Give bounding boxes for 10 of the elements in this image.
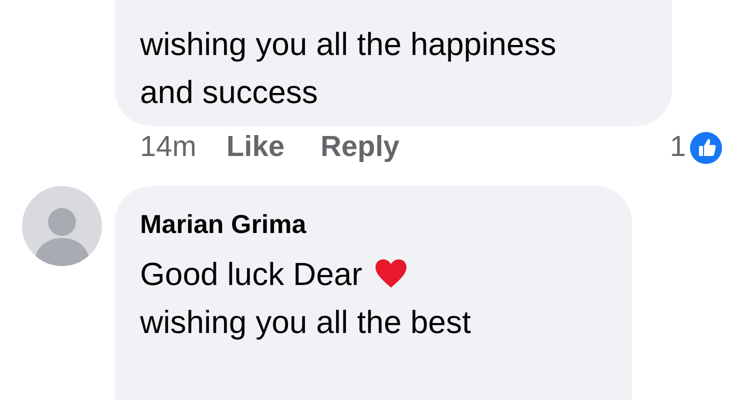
like-link[interactable]: Like	[226, 126, 284, 170]
comment-time: 14m	[140, 130, 196, 165]
author-name[interactable]: Marian Grima	[140, 204, 632, 244]
reaction-count: 1	[670, 130, 686, 165]
comment-text: wishing you all the best	[140, 302, 471, 342]
comment-text: Good luck Dear	[140, 254, 362, 294]
comment-text: wishing you all the happiness	[140, 25, 556, 64]
comment-text: and success	[140, 73, 318, 112]
reply-link[interactable]: Reply	[320, 126, 400, 170]
thumbs-up-icon	[690, 132, 722, 164]
